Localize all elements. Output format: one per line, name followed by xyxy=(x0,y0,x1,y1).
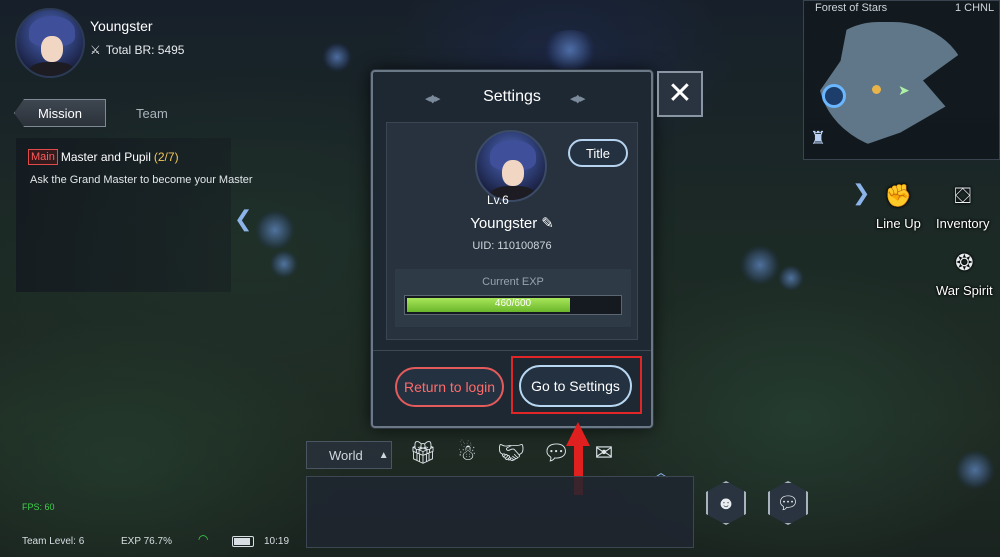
background-flower xyxy=(540,30,600,70)
player-position-icon: ➤ xyxy=(898,82,910,98)
collapse-panel-arrow-icon[interactable]: ❮ xyxy=(234,206,252,232)
inventory-button[interactable]: ⛋ Inventory xyxy=(936,178,989,231)
dialog-title: Settings xyxy=(483,88,541,105)
fps-counter: FPS: 60 xyxy=(22,502,55,512)
gift-icon[interactable]: 🎁︎ xyxy=(408,438,438,468)
tab-mission[interactable]: Mission xyxy=(14,99,106,127)
war-spirit-label: War Spirit xyxy=(936,283,993,298)
chat-bubbles-icon[interactable]: 💬︎ xyxy=(768,481,808,525)
line-up-button[interactable]: ✊ Line Up xyxy=(876,178,921,231)
tab-team[interactable]: Team xyxy=(136,106,168,121)
quest-entry[interactable]: Main Master and Pupil (2/7) xyxy=(28,149,179,165)
inventory-label: Inventory xyxy=(936,216,990,231)
battle-rating: ⚔ Total BR: 5495 xyxy=(90,43,184,57)
avatar-face xyxy=(41,36,63,62)
handshake-icon[interactable]: 🤝︎ xyxy=(496,438,526,468)
close-icon[interactable]: ✕ xyxy=(657,71,703,117)
crossed-swords-icon: ⚔ xyxy=(90,43,101,57)
npc-marker-icon xyxy=(872,85,881,94)
channel-label[interactable]: 1 CHNL xyxy=(955,2,994,14)
edit-pencil-icon[interactable]: ✎ xyxy=(541,214,554,232)
mail-icon[interactable]: ✉ xyxy=(589,438,619,468)
chat-log[interactable] xyxy=(306,476,694,548)
quest-name: Master and Pupil xyxy=(60,150,151,164)
exp-value: 460/600 xyxy=(494,298,532,309)
speech-bubble-icon[interactable]: 💬︎ xyxy=(541,438,571,468)
chat-channel-label: World xyxy=(329,447,363,463)
battery-level xyxy=(234,538,250,545)
title-ornament-icon: ◂◆▸ xyxy=(570,93,585,105)
npc-icon[interactable]: ☃ xyxy=(452,438,482,468)
avatar-coat xyxy=(27,62,77,76)
hero-portrait-icon[interactable]: ☻ xyxy=(706,481,746,525)
expand-menu-arrow-icon[interactable]: ❯ xyxy=(852,180,870,206)
caret-up-icon: ▲ xyxy=(378,449,389,461)
wifi-icon: ◠ xyxy=(198,532,209,546)
fist-icon: ✊ xyxy=(884,183,913,208)
dialog-divider xyxy=(373,350,651,351)
avatar-face xyxy=(502,160,524,186)
go-to-settings-button[interactable]: Go to Settings xyxy=(519,365,632,407)
castle-icon[interactable]: ♜ xyxy=(810,128,826,149)
profile-avatar xyxy=(475,130,547,202)
quest-progress: (2/7) xyxy=(153,150,179,164)
title-button[interactable]: Title xyxy=(568,139,628,167)
player-avatar[interactable] xyxy=(15,8,85,78)
portal-icon[interactable] xyxy=(822,84,846,108)
return-to-login-button[interactable]: Return to login xyxy=(395,367,504,407)
bag-icon: ⛋ xyxy=(954,183,972,208)
total-br-text: Total BR: 5495 xyxy=(105,43,185,57)
war-spirit-button[interactable]: ❂ War Spirit xyxy=(936,245,993,298)
background-flower xyxy=(955,450,995,490)
player-uid: UID: 110100876 xyxy=(472,240,552,252)
profile-name-row: Youngster ✎ xyxy=(371,214,653,233)
war-spirit-icon: ❂ xyxy=(955,250,974,275)
exp-progress-bar: 460/600 xyxy=(404,295,622,315)
background-flower xyxy=(322,42,352,72)
location-name: Forest of Stars xyxy=(815,2,888,14)
player-level: Lv.6 xyxy=(487,193,509,207)
background-flower xyxy=(255,210,295,250)
clock: 10:19 xyxy=(264,536,290,547)
background-flower xyxy=(740,245,780,285)
quest-description: Ask the Grand Master to become your Mast… xyxy=(30,174,253,186)
background-flower xyxy=(270,250,298,278)
profile-name: Youngster xyxy=(470,214,538,232)
background-flower xyxy=(778,265,804,291)
exp-percent: EXP 76.7% xyxy=(121,536,172,547)
player-name: Youngster xyxy=(90,18,153,34)
team-level: Team Level: 6 xyxy=(22,536,85,547)
line-up-label: Line Up xyxy=(876,216,921,231)
quest-type-badge: Main xyxy=(28,149,58,165)
chat-channel-select[interactable]: World ▲ xyxy=(306,441,392,469)
battery-icon xyxy=(232,536,254,547)
exp-label: Current EXP xyxy=(482,276,544,288)
